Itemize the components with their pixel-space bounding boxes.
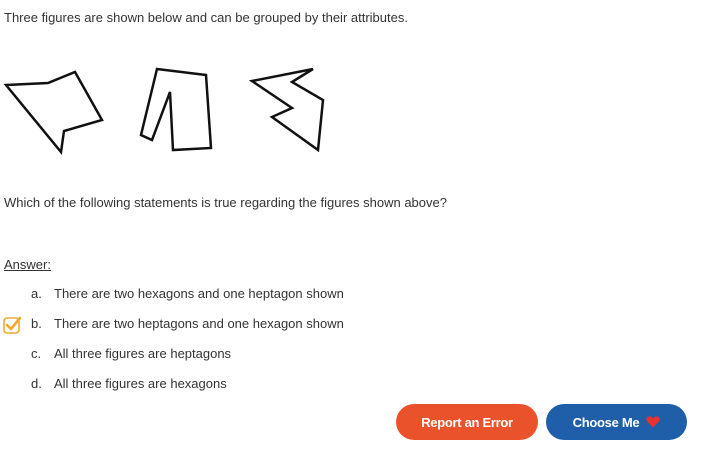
polygon-figures (3, 67, 325, 155)
question-prompt: Which of the following statements is tru… (4, 195, 447, 210)
figure-2-polygon (139, 67, 213, 152)
option-letter: c. (31, 346, 42, 361)
answer-options: a. There are two hexagons and one heptag… (0, 283, 420, 403)
option-text: There are two hexagons and one heptagon … (54, 286, 344, 301)
option-text: All three figures are heptagons (54, 346, 232, 361)
option-b[interactable]: b. There are two heptagons and one hexag… (0, 313, 420, 343)
report-error-label: Report an Error (421, 414, 513, 430)
choose-me-button[interactable]: Choose Me (546, 404, 687, 440)
option-a[interactable]: a. There are two hexagons and one heptag… (0, 283, 420, 313)
answer-heading: Answer: (4, 257, 51, 272)
option-letter: d. (31, 376, 42, 391)
checkmark-checkbox-icon (3, 316, 21, 334)
question-intro: Three figures are shown below and can be… (4, 10, 408, 25)
heart-icon (646, 416, 660, 428)
choose-me-label: Choose Me (572, 414, 640, 430)
option-c[interactable]: c. All three figures are heptagons (0, 343, 420, 373)
option-text: All three figures are hexagons (54, 376, 227, 391)
figure-1-polygon (3, 70, 104, 155)
report-error-button[interactable]: Report an Error (396, 404, 538, 440)
option-d[interactable]: d. All three figures are hexagons (0, 373, 420, 403)
option-letter: b. (31, 316, 42, 331)
figure-3-polygon (248, 67, 325, 153)
option-letter: a. (31, 286, 42, 301)
option-text: There are two heptagons and one hexagon … (54, 316, 344, 331)
